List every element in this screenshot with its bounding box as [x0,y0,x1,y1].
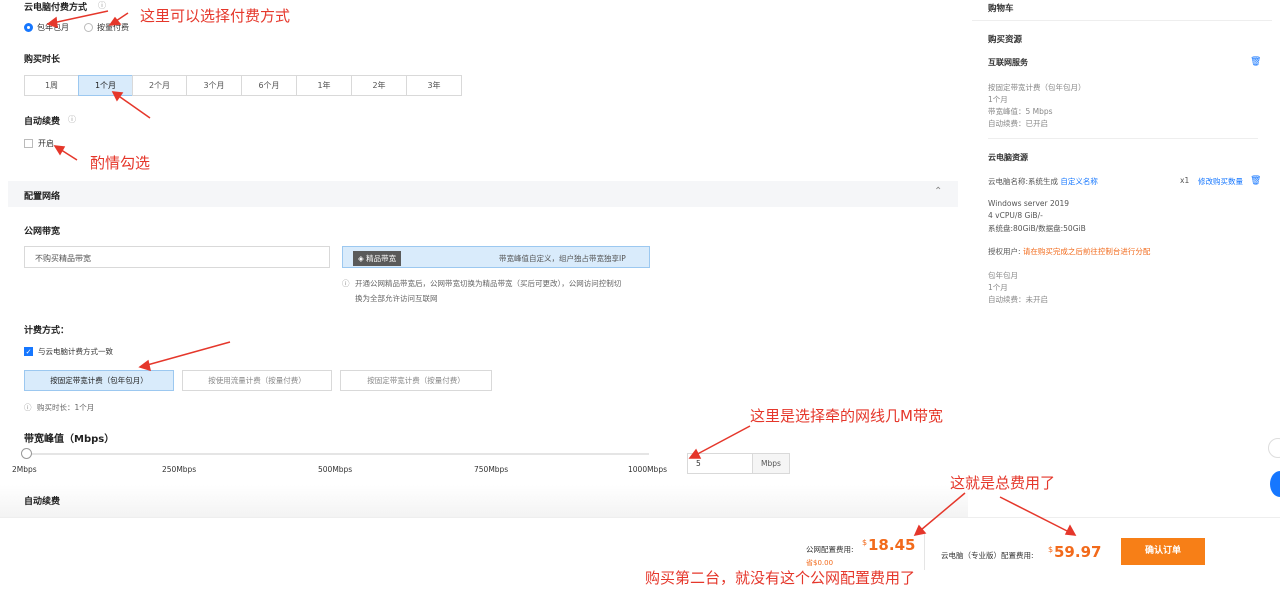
annotation-billing: 这里可以选择付费方式 [140,7,291,25]
annotation-second: 购买第二台，就没有这个公网配置费用了 [645,569,916,587]
annotation-auto-renew: 酌情勾选 [90,154,151,172]
annotation-arrows [46,10,1077,537]
annotation-total: 这就是总费用了 [950,474,1056,492]
annotation-bandwidth: 这里是选择牵的网线几M带宽 [750,407,943,425]
